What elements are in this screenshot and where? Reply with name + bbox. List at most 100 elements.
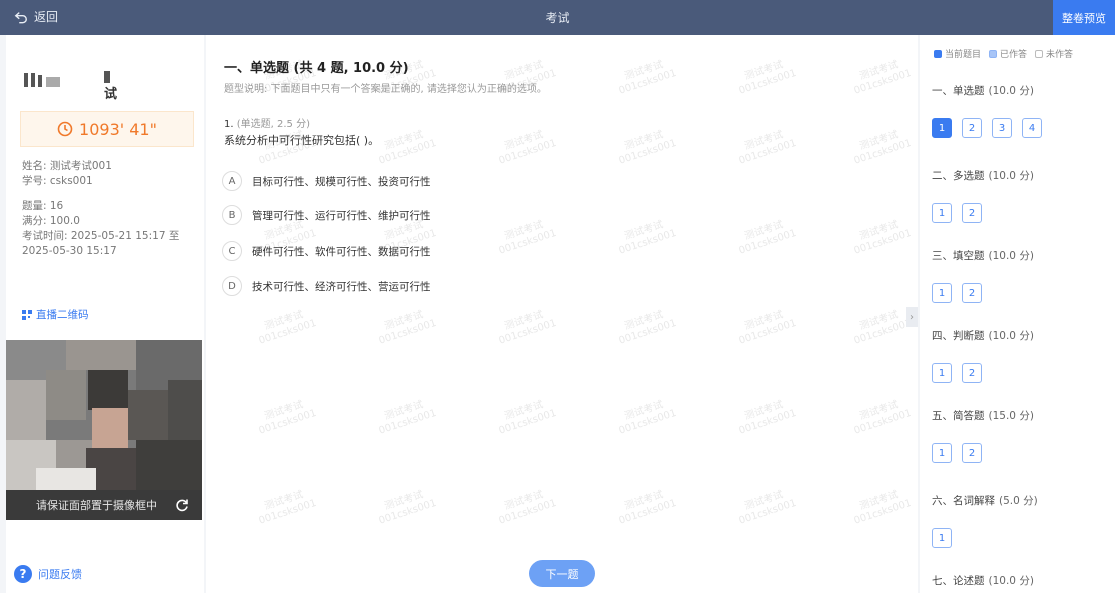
candidate-info: 姓名: 测试考试001 学号: csks001 题量: 16 满分: 100.0… [22,159,197,259]
question-nav-button[interactable]: 1 [932,118,952,138]
group-name: 四、判断题 [932,330,985,342]
camera-hint-text: 请保证面部置于摄像框中 [36,499,157,512]
option-c[interactable]: C 硬件可行性、软件可行性、数据可行性 [222,241,431,261]
question-nav-button[interactable]: 1 [932,443,952,463]
watermark: 测试考试 001csks001 [737,399,798,437]
question-nav-button[interactable]: 2 [962,363,982,383]
question-number-row: 1 [932,528,952,548]
candidate-id: 学号: csks001 [22,175,93,187]
full-preview-button[interactable]: 整卷预览 [1053,0,1115,35]
legend-answered: 已作答 [989,47,1027,60]
watermark: 测试考试 001csks001 [852,219,913,257]
exam-time-start: 考试时间: 2025-05-21 15:17 至 [22,230,180,242]
chevron-right-icon: › [910,311,914,323]
question-nav-button[interactable]: 1 [932,203,952,223]
legend-label: 已作答 [1000,50,1028,60]
answer-sheet: 当前题目 已作答 未作答 一、单选题 (10.0 分) 1 2 3 4 二、多选题 (10.0… [920,35,1115,593]
watermark: 测试考试 001csks001 [852,489,913,527]
legend-current: 当前题目 [934,47,981,60]
option-letter: C [222,241,242,261]
section-group-title: 七、论述题 (10.0 分) [932,573,1034,588]
back-label: 返回 [34,10,59,24]
question-nav-button[interactable]: 2 [962,118,982,138]
section-group-title: 五、简答题 (15.0 分) [932,408,1034,423]
section-group-title: 三、填空题 (10.0 分) [932,248,1034,263]
watermark: 测试考试 001csks001 [737,59,798,97]
watermark: 测试考试 001csks001 [617,59,678,97]
qr-link-label: 直播二维码 [36,309,89,321]
refresh-icon[interactable] [174,497,190,513]
option-text: 技术可行性、经济可行性、营运可行性 [252,280,431,293]
clock-icon [57,121,73,137]
back-arrow-icon [14,11,27,23]
option-a[interactable]: A 目标可行性、规模可行性、投资可行性 [222,171,431,191]
watermark: 测试考试 001csks001 [852,399,913,437]
left-panel: 试 1093' 41" 姓名: 测试考试001 学号: csks001 题量: … [6,35,204,593]
group-name: 五、简答题 [932,410,985,422]
watermark: 测试考试 001csks001 [497,129,558,167]
watermark: 测试考试 001csks001 [497,399,558,437]
group-score: (10.0 分) [988,170,1034,182]
group-name: 三、填空题 [932,250,985,262]
section-title: 一、单选题 (共 4 题, 10.0 分) [224,61,409,76]
collapse-sheet-toggle[interactable]: › [906,307,918,327]
next-question-button[interactable]: 下一题 [529,560,595,587]
watermark: 测试考试 001csks001 [257,489,318,527]
question-count: 题量: 16 [22,200,64,212]
back-button[interactable]: 返回 [14,8,58,25]
question-number-row: 1234 [932,118,1042,138]
question-number-row: 12 [932,363,982,383]
option-text: 管理可行性、运行可行性、维护可行性 [252,209,431,222]
full-score: 满分: 100.0 [22,215,80,227]
countdown-timer: 1093' 41" [20,111,194,147]
watermark: 测试考试 001csks001 [377,309,438,347]
section-group-title: 六、名词解释 (5.0 分) [932,493,1038,508]
group-score: (15.0 分) [988,410,1034,422]
live-qr-link[interactable]: 直播二维码 [22,307,89,322]
watermark: 测试考试 001csks001 [737,489,798,527]
watermark: 测试考试 001csks001 [497,489,558,527]
page-title: 考试 [545,11,570,25]
option-letter: B [222,205,242,225]
watermark: 测试考试 001csks001 [257,399,318,437]
watermark: 测试考试 001csks001 [852,129,913,167]
watermark: 测试考试 001csks001 [497,309,558,347]
question-nav-button[interactable]: 1 [932,363,952,383]
question-number: 1. [224,119,234,130]
option-b[interactable]: B 管理可行性、运行可行性、维护可行性 [222,205,431,225]
question-nav-button[interactable]: 1 [932,528,952,548]
option-letter: A [222,171,242,191]
logo-char: 试 [104,87,118,102]
watermark: 测试考试 001csks001 [617,399,678,437]
question-nav-button[interactable]: 2 [962,443,982,463]
option-d[interactable]: D 技术可行性、经济可行性、营运可行性 [222,276,431,296]
watermark: 测试考试 001csks001 [737,309,798,347]
question-number-row: 12 [932,283,982,303]
question-nav-button[interactable]: 4 [1022,118,1042,138]
option-letter: D [222,276,242,296]
question-nav-button[interactable]: 1 [932,283,952,303]
legend-label: 当前题目 [945,50,982,60]
watermark: 测试考试 001csks001 [377,489,438,527]
logo: 试 [24,65,124,105]
question-nav-button[interactable]: 2 [962,203,982,223]
timer-value: 1093' 41" [79,119,157,139]
group-score: (5.0 分) [999,495,1038,507]
watermark: 测试考试 001csks001 [737,219,798,257]
camera-hint: 请保证面部置于摄像框中 [6,490,202,520]
watermark: 测试考试 001csks001 [257,309,318,347]
feedback-label: 问题反馈 [38,568,82,581]
qr-icon [22,309,32,320]
section-description: 题型说明: 下面题目中只有一个答案是正确的, 请选择您认为正确的选项。 [224,84,547,95]
watermark: 测试考试 001csks001 [377,129,438,167]
feedback-button[interactable]: ? 问题反馈 [14,565,82,583]
question-mark-icon: ? [14,565,32,583]
group-name: 一、单选题 [932,85,985,97]
question-nav-button[interactable]: 2 [962,283,982,303]
exam-time-end: 2025-05-30 15:17 [22,245,117,257]
camera-preview: 请保证面部置于摄像框中 [6,340,202,520]
question-nav-button[interactable]: 3 [992,118,1012,138]
legend-label: 未作答 [1046,50,1074,60]
watermark: 测试考试 001csks001 [497,219,558,257]
watermark: 测试考试 001csks001 [852,309,913,347]
